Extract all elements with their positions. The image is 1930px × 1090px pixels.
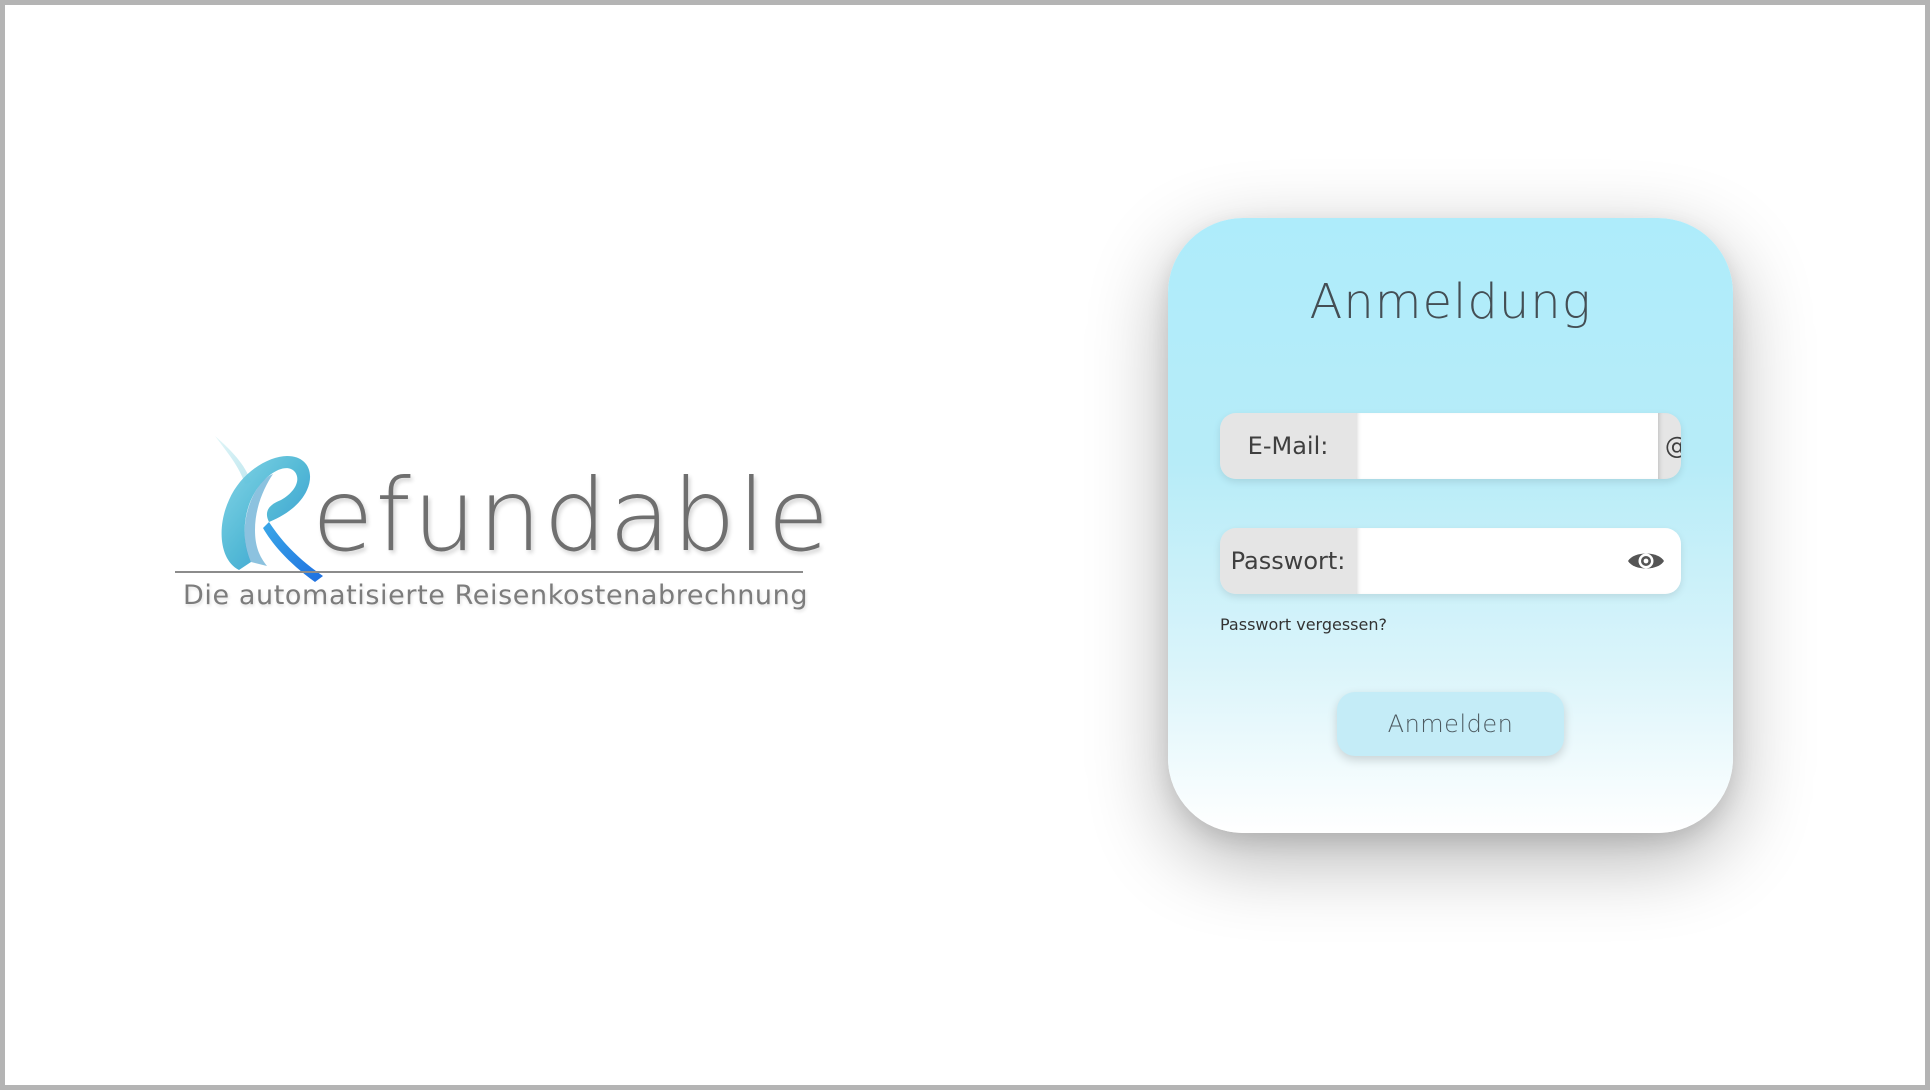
password-input-wrapper [1356, 528, 1681, 594]
app-window: efundable Die automatisierte Reisenkoste… [0, 0, 1930, 1090]
login-submit-button[interactable]: Anmelden [1337, 692, 1564, 756]
login-title: Anmeldung [1309, 274, 1592, 330]
eye-icon[interactable] [1627, 548, 1665, 574]
password-field-group: Passwort: [1220, 528, 1681, 594]
forgot-password-link[interactable]: Passwort vergessen? [1220, 615, 1387, 634]
logo-wordmark: efundable [312, 457, 832, 574]
login-card: Anmeldung E-Mail: @tgm.ac.at Passwort: [1168, 218, 1733, 833]
brand-logo: efundable Die automatisierte Reisenkoste… [173, 430, 829, 620]
logo-tagline: Die automatisierte Reisenkostenabrechnun… [183, 580, 809, 611]
password-label: Passwort: [1220, 528, 1356, 594]
email-domain-suffix: @tgm.ac.at [1658, 413, 1681, 479]
email-label: E-Mail: [1220, 413, 1356, 479]
email-field-group: E-Mail: @tgm.ac.at [1220, 413, 1681, 479]
logo-underline [175, 571, 803, 573]
email-input[interactable] [1356, 413, 1658, 479]
